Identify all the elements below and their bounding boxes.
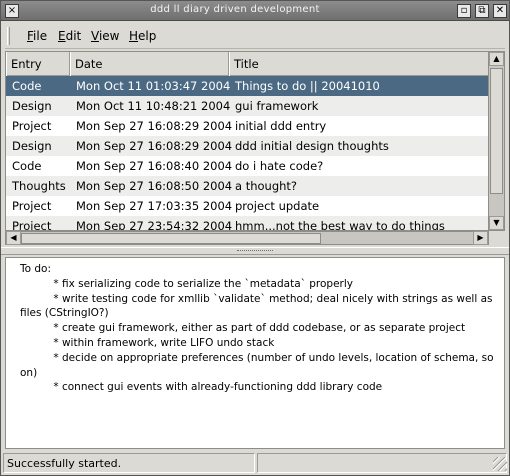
- cell-date: Mon Sep 27 16:08:50 2004: [76, 179, 233, 193]
- menu-help-accel: H: [129, 29, 139, 43]
- scroll-down-icon[interactable]: ▼: [489, 216, 504, 230]
- column-header-entry-type[interactable]: Entry Type: [6, 52, 70, 95]
- cell-title: a thought?: [235, 179, 298, 193]
- menu-help[interactable]: Help: [129, 29, 156, 43]
- cell-title: initial ddd entry: [235, 119, 327, 133]
- horizontal-scroll-thumb[interactable]: [21, 233, 321, 244]
- text-line: * create gui framework, either as part o…: [20, 322, 466, 335]
- column-header-title[interactable]: Title: [229, 52, 488, 76]
- text-line: * connect gui events with already-functi…: [20, 381, 383, 394]
- entry-text-view[interactable]: To do: * fix serializing code to seriali…: [5, 257, 505, 449]
- maximize-icon[interactable]: ⧉: [475, 4, 489, 18]
- scroll-right-icon[interactable]: ▶: [473, 231, 488, 245]
- table-row[interactable]: Thoughts Mon Sep 27 16:08:50 2004 a thou…: [6, 176, 488, 196]
- vertical-scroll-thumb[interactable]: [490, 68, 503, 194]
- text-line: * fix serializing code to serialize the …: [20, 277, 353, 290]
- status-message: Successfully started.: [3, 453, 255, 473]
- text-line: * within framework, write LIFO undo stac…: [20, 336, 275, 349]
- divider-grip[interactable]: [237, 250, 273, 253]
- menu-view-accel: V: [91, 29, 99, 43]
- minimize-icon[interactable]: ▫: [457, 4, 471, 18]
- main-window: × ddd ll diary driven development ▫ ⧉ ✕ …: [0, 0, 510, 476]
- table-row[interactable]: Design Mon Sep 27 16:08:29 2004 ddd init…: [6, 136, 488, 156]
- menubar-grip[interactable]: [7, 27, 10, 45]
- cell-date: Mon Sep 27 17:03:35 2004: [76, 199, 233, 213]
- cell-entry-type: Code: [12, 79, 42, 93]
- status-secondary: [257, 453, 507, 473]
- cell-date: Mon Oct 11 01:03:47 2004: [76, 79, 231, 93]
- menu-view[interactable]: View: [91, 29, 119, 43]
- cell-date: Mon Sep 27 16:08:29 2004: [76, 119, 233, 133]
- window-title: ddd ll diary driven development: [150, 4, 320, 15]
- table-row[interactable]: Project Mon Sep 27 16:08:29 2004 initial…: [6, 116, 488, 136]
- text-line: on): [20, 366, 38, 379]
- cell-title: hmm...not the best way to do things: [235, 219, 445, 231]
- cell-entry-type: Project: [12, 199, 52, 213]
- cell-date: Mon Oct 11 10:48:21 2004: [76, 99, 231, 113]
- cell-title: ddd initial design thoughts: [235, 139, 389, 153]
- table-row[interactable]: Project Mon Sep 27 23:54:32 2004 hmm...n…: [6, 216, 488, 231]
- title-bar[interactable]: × ddd ll diary driven development ▫ ⧉ ✕: [1, 1, 509, 21]
- cell-entry-type: Code: [12, 159, 42, 173]
- cell-entry-type: Design: [12, 99, 52, 113]
- text-line: files (CStringIO?): [20, 307, 109, 320]
- menu-file[interactable]: File: [27, 29, 47, 43]
- table-vertical-scrollbar[interactable]: ▲ ▼: [489, 51, 505, 231]
- cell-date: Mon Sep 27 23:54:32 2004: [76, 219, 233, 231]
- menu-edit-label: dit: [65, 29, 82, 43]
- table-header: Entry Type Date Title: [6, 52, 488, 95]
- close-icon[interactable]: ✕: [493, 4, 507, 18]
- table-row[interactable]: Design Mon Oct 11 10:48:21 2004 gui fram…: [6, 96, 488, 116]
- cell-entry-type: Project: [12, 119, 52, 133]
- cell-date: Mon Sep 27 16:08:29 2004: [76, 139, 233, 153]
- menu-edit[interactable]: Edit: [58, 29, 81, 43]
- menu-bar: File Edit View Help: [5, 23, 505, 49]
- cell-date: Mon Sep 27 16:08:40 2004: [76, 159, 233, 173]
- text-line: * decide on appropriate preferences (num…: [20, 351, 494, 364]
- cell-title: project update: [235, 199, 320, 213]
- table-horizontal-scrollbar[interactable]: ◀ ▶: [5, 231, 489, 245]
- table-row[interactable]: Code Mon Oct 11 01:03:47 2004 Things to …: [6, 76, 488, 96]
- table-row[interactable]: Code Mon Sep 27 16:08:40 2004 do i hate …: [6, 156, 488, 176]
- window-menu-icon[interactable]: ×: [5, 4, 19, 18]
- cell-title: Things to do || 20041010: [235, 79, 380, 93]
- entries-table: Entry Type Date Title Code Mon Oct 11 01…: [5, 51, 489, 231]
- cell-title: do i hate code?: [235, 159, 324, 173]
- cell-entry-type: Project: [12, 219, 52, 231]
- column-header-date[interactable]: Date: [70, 52, 229, 76]
- menu-edit-accel: E: [58, 29, 66, 43]
- menu-help-label: elp: [138, 29, 157, 43]
- scroll-left-icon[interactable]: ◀: [6, 231, 21, 245]
- text-line: To do:: [20, 263, 52, 275]
- cell-entry-type: Design: [12, 139, 52, 153]
- menu-file-label: ile: [33, 29, 48, 43]
- cell-entry-type: Thoughts: [12, 179, 66, 193]
- cell-title: gui framework: [235, 99, 319, 113]
- resize-grip-icon[interactable]: [493, 457, 507, 471]
- text-line: * write testing code for xmllib `validat…: [20, 292, 493, 305]
- status-bar: Successfully started.: [3, 453, 507, 473]
- pane-divider[interactable]: [1, 247, 509, 255]
- table-row[interactable]: Project Mon Sep 27 17:03:35 2004 project…: [6, 196, 488, 216]
- menu-view-label: iew: [98, 29, 120, 43]
- scroll-up-icon[interactable]: ▲: [489, 52, 504, 66]
